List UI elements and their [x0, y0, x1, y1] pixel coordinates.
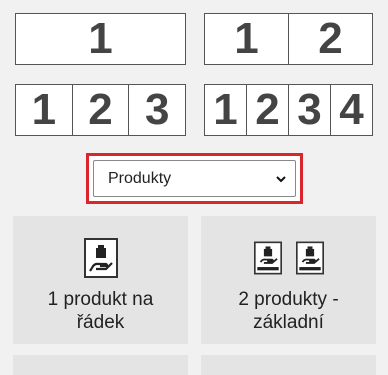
- layout-3-columns-button[interactable]: 1 2 3: [15, 84, 186, 136]
- card-title-line2: základní: [253, 312, 324, 333]
- column-number: 2: [71, 85, 129, 135]
- column-number: 1: [213, 85, 238, 134]
- template-card-3[interactable]: [13, 355, 188, 375]
- select-value: Produkty: [108, 169, 172, 187]
- column-number: 3: [128, 85, 185, 135]
- column-number: 1: [88, 14, 113, 63]
- template-card-4[interactable]: [201, 355, 376, 375]
- column-number: 4: [330, 85, 372, 135]
- column-number: 2: [246, 85, 288, 135]
- layout-1-column-button[interactable]: 1: [15, 13, 186, 65]
- product-hand-icon: [83, 238, 118, 278]
- block-type-dropdown-highlight: Produkty: [86, 153, 303, 204]
- card-title-line1: 2 produkty -: [238, 289, 339, 310]
- template-card-2-products-basic[interactable]: 2 produkty - základní: [201, 216, 376, 344]
- column-number: 3: [288, 85, 330, 135]
- chevron-down-icon: [276, 175, 286, 182]
- column-number: 1: [31, 85, 57, 134]
- column-number: 1: [234, 14, 259, 63]
- card-title-line2: řádek: [76, 312, 125, 333]
- block-type-select[interactable]: Produkty: [93, 160, 296, 197]
- layout-4-columns-button[interactable]: 1 2 3 4: [204, 84, 373, 136]
- layout-2-columns-button[interactable]: 1 2: [204, 13, 373, 65]
- card-title-line1: 1 produkt na: [47, 289, 154, 310]
- column-number: 2: [288, 14, 372, 64]
- template-card-1-product-per-row[interactable]: 1 produkt na řádek: [13, 216, 188, 344]
- product-hand-icon: [253, 241, 282, 275]
- product-hand-icon: [295, 241, 324, 275]
